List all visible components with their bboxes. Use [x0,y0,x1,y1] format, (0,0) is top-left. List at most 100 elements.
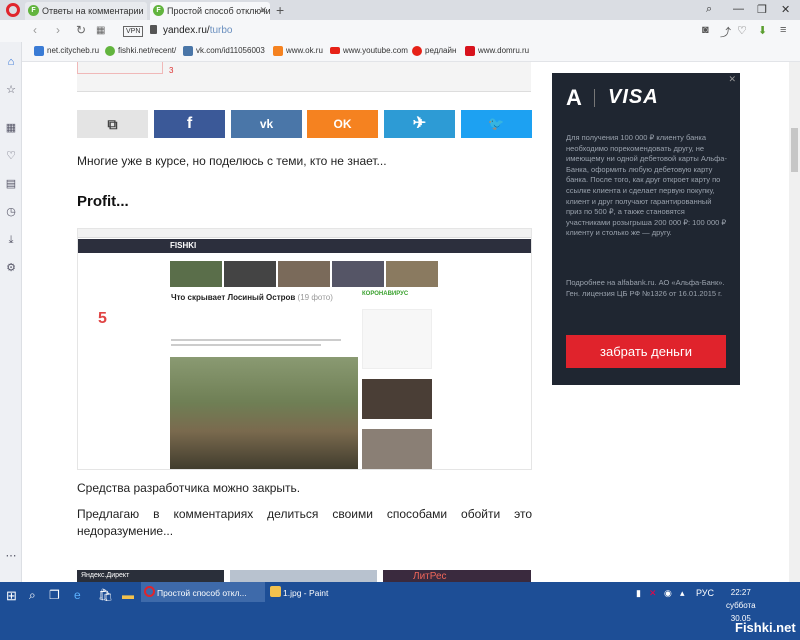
alfa-bank-ad[interactable]: A VISA ✕ Для получения 100 000 ₽ клиенту… [552,73,740,385]
share-copy-button[interactable]: ⧉ [77,110,148,138]
language-indicator[interactable]: РУС [696,588,714,598]
ad-cta-button[interactable]: забрать деньги [566,335,726,368]
taskbar-app-label: Простой способ откл... [157,588,247,598]
edge-icon[interactable]: e [74,588,81,602]
tray-icon[interactable]: ✕ [649,588,657,599]
share-facebook-button[interactable]: f [154,110,225,138]
taskbar-app-paint[interactable]: 1.jpg - Paint [267,582,377,602]
clock-time: 22:27 [730,588,751,597]
bottom-thumb-brand: ЛитРес [413,571,447,582]
history-clock-icon[interactable]: ◷ [5,206,17,218]
bookmark-fishki[interactable]: fishki.net/recent/ [105,46,177,56]
screenshot-thumb [386,261,438,287]
url-field[interactable]: yandex.ru/turbo [163,25,233,36]
more-icon[interactable]: ⋯ [5,550,17,562]
bookmark-redline[interactable]: редлайн [412,46,456,56]
screenshot-thumb [332,261,384,287]
address-bar: ‹ › ↻ ▦ VPN yandex.ru/turbo ◙ ⤴ ♡ ⬇ ≡ [0,20,800,42]
tab-comments[interactable]: F Ответы на комментарии [25,2,147,20]
opera-icon [144,586,155,597]
speed-dial-grid-icon[interactable]: ▦ [5,122,17,134]
bookmark-star-icon[interactable]: ☆ [5,84,17,96]
screenshot-marker-number: 5 [98,310,107,327]
bookmark-citycheb[interactable]: net.citycheb.ru [34,46,99,56]
downloads-icon[interactable]: ⤓ [5,234,17,246]
download-icon[interactable]: ⬇ [758,24,767,37]
share-ok-button[interactable]: OK [307,110,378,138]
screenshot-side-photo [362,379,432,419]
windows-start-icon[interactable]: ⊞ [6,588,17,604]
bottom-thumb-litres[interactable]: ЛитРес [383,570,531,582]
bookmark-label: www.ok.ru [286,46,323,55]
bookmark-youtube[interactable]: www.youtube.com [330,46,408,55]
previous-screenshot-image: 3 [77,62,531,92]
screenshot-thumb [278,261,330,287]
ad-close-icon[interactable]: ✕ [728,74,736,85]
opera-menu-icon[interactable] [6,3,20,17]
minimize-button[interactable]: — [733,3,744,15]
search-icon[interactable]: ⌕ [29,588,36,603]
telegram-icon: ✈ [412,115,427,132]
tray-icon[interactable]: ▮ [636,588,641,599]
file-explorer-icon[interactable]: ▬ [122,588,134,602]
screenshot-forest-photo [170,357,358,469]
favorites-heart-icon[interactable]: ♡ [5,150,17,162]
windows-taskbar: ⊞ ⌕ ❐ e 🛍 ▬ Простой способ откл... 1.jpg… [0,582,800,640]
opera-sidebar: ⌂ ☆ ▦ ♡ ▤ ◷ ⤓ ⚙ ⋯ [0,42,22,582]
share-twitter-button[interactable]: 🐦 [461,110,532,138]
new-tab-button[interactable]: + [276,2,284,18]
tray-icon[interactable]: ◉ [664,588,672,599]
bookmark-icon [105,46,115,56]
bookmark-icon [183,46,193,56]
restore-button[interactable]: ❐ [757,3,767,16]
taskbar-app-opera[interactable]: Простой способ откл... [141,582,265,602]
home-icon[interactable]: ⌂ [5,56,17,68]
heart-icon[interactable]: ♡ [737,24,747,37]
settings-gear-icon[interactable]: ⚙ [5,262,17,274]
news-icon[interactable]: ▤ [5,178,17,190]
store-icon[interactable]: 🛍 [98,588,113,602]
scrollbar-thumb[interactable] [791,128,798,172]
bookmark-icon [273,46,283,56]
screenshot-text-line [171,339,341,341]
tab-current[interactable]: F Простой способ отключить ✕ [150,2,270,20]
fishki-favicon-icon: F [153,5,164,16]
taskbar-app-label: 1.jpg - Paint [283,588,329,598]
close-window-button[interactable]: ✕ [781,3,790,16]
bottom-thumb[interactable] [230,570,377,582]
forward-button[interactable]: › [56,23,60,37]
screenshot-nav-bar [78,239,531,253]
bookmark-icon [465,46,475,56]
back-button[interactable]: ‹ [33,23,37,37]
share-vk-button[interactable]: vk [231,110,302,138]
bookmark-label: fishki.net/recent/ [118,46,177,55]
easy-setup-icon[interactable]: ≡ [780,24,786,36]
screenshot-text-line [171,344,321,346]
tab-close-icon[interactable]: ✕ [259,5,267,16]
search-tabs-icon[interactable]: ⌕ [706,3,712,16]
reload-button[interactable]: ↻ [76,23,86,37]
vk-icon: vk [259,117,274,131]
bookmark-icon [34,46,44,56]
speed-dial-icon[interactable]: ▦ [96,25,105,36]
task-view-icon[interactable]: ❐ [49,588,60,602]
marker-number: 3 [169,66,174,75]
visa-logo: VISA [608,86,659,108]
twitter-icon: 🐦 [488,116,505,131]
bookmark-vk[interactable]: vk.com/id11056003 [183,46,265,56]
share-icon[interactable]: ⤴ [720,24,731,40]
clock-day: суббота [726,601,756,610]
bookmark-ok[interactable]: www.ok.ru [273,46,323,56]
camera-icon[interactable]: ◙ [702,24,709,36]
bookmark-domru[interactable]: www.domru.ru [465,46,529,56]
fishki-watermark: Fishki.net [735,620,796,635]
bottom-thumb-direct[interactable]: Яндекс.Директ [77,570,224,582]
paint-icon [270,586,281,597]
lock-icon[interactable] [150,25,157,34]
odnoklassniki-icon: OK [333,117,352,131]
vpn-badge[interactable]: VPN [123,26,144,37]
share-telegram-button[interactable]: ✈ [384,110,455,138]
facebook-icon: f [186,115,193,132]
tray-icon[interactable]: ▴ [680,588,685,599]
bottom-thumb-label: Яндекс.Директ [81,572,130,579]
